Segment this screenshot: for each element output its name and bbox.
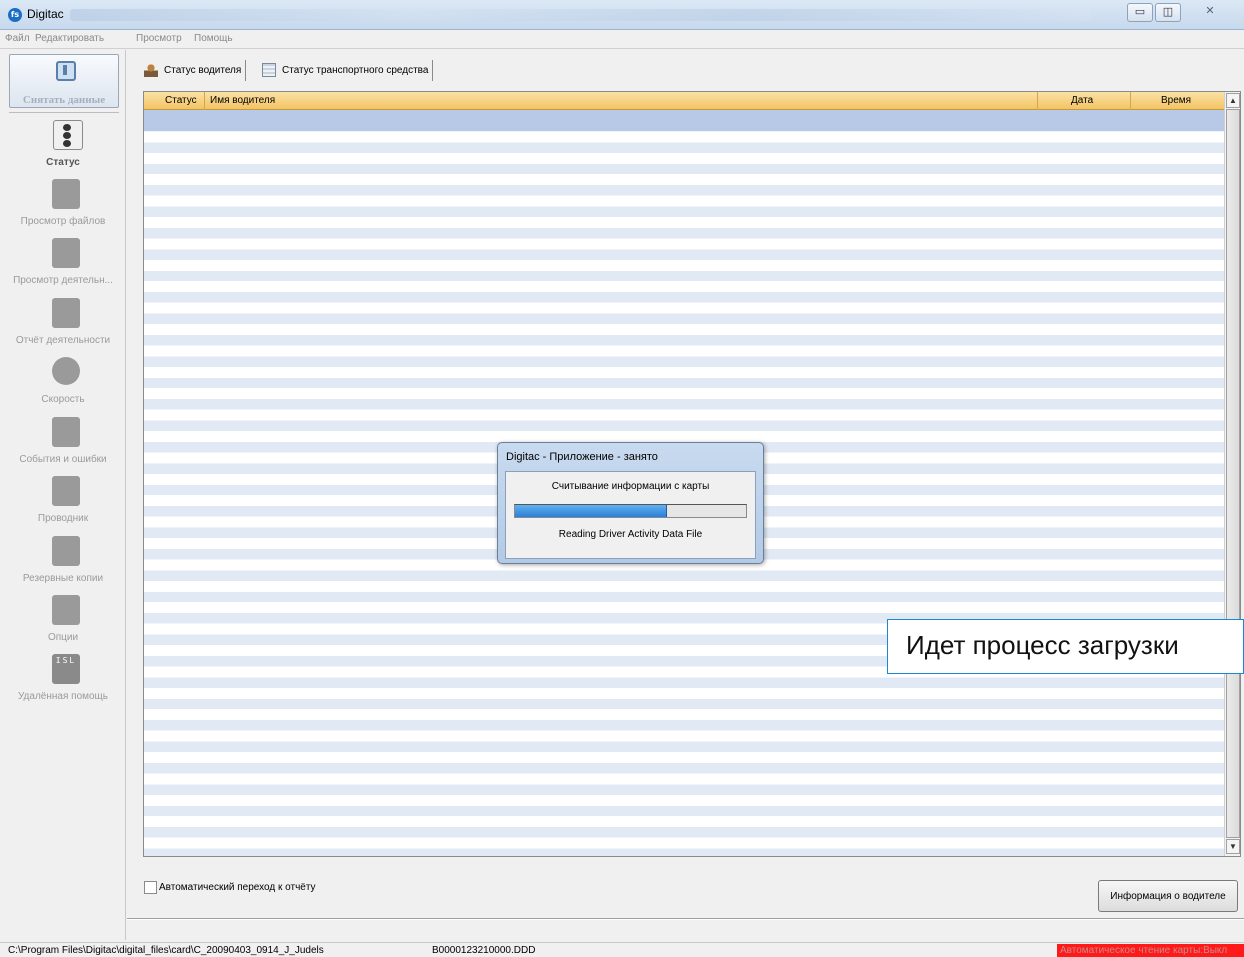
status-bar: C:\Program Files\Digitac\digital_files\c…: [0, 942, 1244, 957]
loading-callout: Идет процесс загрузки: [887, 619, 1244, 674]
nav-label: Проводник: [37, 513, 89, 524]
nav-item-remote-help[interactable]: ISL Удалённая помощь: [0, 654, 126, 712]
menu-file[interactable]: Файл: [5, 33, 30, 44]
column-header-status[interactable]: Статус: [165, 95, 197, 106]
column-divider: [204, 92, 205, 110]
nav-item-speed[interactable]: Скорость: [0, 357, 126, 415]
tab-label: Статус транспортного средства: [282, 65, 429, 76]
progress-bar: [514, 504, 747, 518]
nav-label: Удалённая помощь: [17, 691, 108, 702]
title-bar-blur: [70, 9, 1090, 21]
vehicle-icon: [262, 63, 276, 77]
report-icon: [52, 298, 80, 328]
nav-item-status[interactable]: Статус: [0, 120, 126, 178]
files-icon: [52, 179, 80, 209]
isl-icon: ISL: [52, 654, 80, 684]
window-title: Digitac: [27, 7, 64, 21]
tab-driver-status[interactable]: Статус водителя: [140, 60, 247, 81]
dialog-body: Считывание информации с карты Reading Dr…: [505, 471, 756, 559]
nav-item-report[interactable]: Отчёт деятельности: [0, 298, 126, 356]
busy-dialog: Digitac - Приложение - занято Считывание…: [497, 442, 764, 564]
dialog-title: Digitac - Приложение - занято: [506, 451, 658, 463]
minimize-button[interactable]: ▭: [1127, 3, 1153, 22]
column-divider: [1037, 92, 1038, 110]
status-file-path: C:\Program Files\Digitac\digital_files\c…: [8, 945, 324, 956]
divider: [127, 918, 1244, 920]
nav-item-explorer[interactable]: Проводник: [0, 476, 126, 534]
status-auto-read: Автоматическое чтение карты:Выкл: [1057, 944, 1244, 957]
activity-icon: [52, 238, 80, 268]
nav-separator: [9, 112, 119, 113]
title-bar: fs Digitac ▭ ◫ ✕: [0, 0, 1244, 30]
events-icon: [52, 417, 80, 447]
left-nav: Снятать данные Статус Просмотр файлов Пр…: [0, 50, 126, 940]
nav-label: Отчёт деятельности: [15, 335, 111, 346]
download-icon: [56, 61, 76, 81]
nav-item-activity[interactable]: Просмотр деятельн...: [0, 238, 126, 296]
callout-text: Идет процесс загрузки: [906, 630, 1179, 660]
tab-vehicle-status[interactable]: Статус транспортного средства: [258, 60, 434, 81]
capture-data-button[interactable]: Снятать данные: [9, 54, 119, 108]
menu-help[interactable]: Помощь: [194, 33, 233, 44]
table-header: Статус Имя водителя Дата Время: [144, 92, 1224, 110]
menu-bar: Файл Редактировать Просмотр Помощь: [0, 30, 1244, 49]
auto-report-label: Автоматический переход к отчёту: [159, 882, 316, 893]
table-row-selected[interactable]: [144, 110, 1224, 131]
scroll-down-arrow-icon[interactable]: ▼: [1226, 839, 1240, 854]
column-divider: [1130, 92, 1131, 110]
driver-info-button[interactable]: Информация о водителе: [1098, 880, 1238, 912]
column-header-driver-name[interactable]: Имя водителя: [210, 95, 275, 106]
fs-logo-icon: fs: [8, 8, 22, 22]
speed-icon: [52, 357, 80, 385]
close-button[interactable]: ✕: [1190, 3, 1230, 22]
nav-item-backup[interactable]: Резервные копии: [0, 536, 126, 594]
scroll-up-arrow-icon[interactable]: ▲: [1226, 93, 1240, 108]
backup-icon: [52, 536, 80, 566]
options-icon: [52, 595, 80, 625]
menu-edit[interactable]: Редактировать: [35, 33, 104, 44]
nav-item-files[interactable]: Просмотр файлов: [0, 179, 126, 237]
menu-view[interactable]: Просмотр: [136, 33, 182, 44]
nav-label: Статус: [46, 157, 80, 168]
tab-label: Статус водителя: [164, 65, 242, 76]
nav-label: Резервные копии: [22, 573, 104, 584]
nav-label: Просмотр деятельн...: [13, 275, 113, 286]
nav-label: Просмотр файлов: [20, 216, 106, 227]
driver-icon: [144, 63, 158, 77]
status-icon: [53, 120, 83, 150]
explorer-icon: [52, 476, 80, 506]
column-header-time[interactable]: Время: [1161, 95, 1191, 106]
table-scrollbar[interactable]: ▲ ▼: [1224, 92, 1240, 856]
nav-item-events[interactable]: События и ошибки: [0, 417, 126, 475]
scroll-thumb[interactable]: [1226, 109, 1240, 838]
nav-item-options[interactable]: Опции: [0, 595, 126, 653]
nav-label: Скорость: [41, 394, 85, 405]
dialog-message: Считывание информации с карты: [551, 481, 710, 492]
maximize-button[interactable]: ◫: [1155, 3, 1181, 22]
nav-label: События и ошибки: [19, 454, 107, 465]
progress-fill: [515, 505, 668, 517]
column-header-date[interactable]: Дата: [1071, 95, 1093, 106]
dialog-sub-message: Reading Driver Activity Data File: [558, 529, 703, 540]
capture-data-label: Снятать данные: [22, 94, 106, 106]
auto-report-checkbox[interactable]: [144, 881, 157, 894]
status-file-name: B0000123210000.DDD: [432, 945, 536, 956]
nav-label: Опции: [47, 632, 79, 643]
